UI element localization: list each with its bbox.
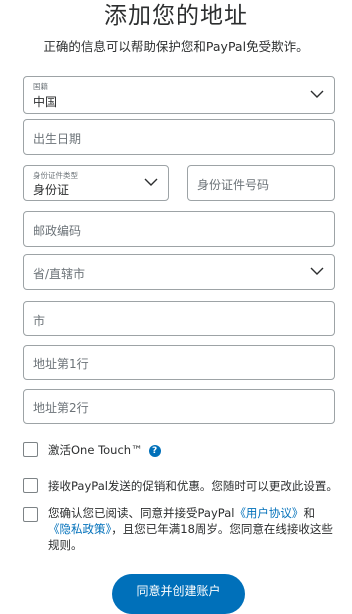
province-placeholder: 省/直辖市 [33,267,86,281]
chevron-down-icon [310,267,324,275]
address-line1-field[interactable]: 地址第1行 [23,345,335,380]
page-title: 添加您的地址 [104,3,248,29]
city-placeholder: 市 [33,314,46,328]
one-touch-checkbox[interactable] [23,442,38,457]
postal-code-placeholder: 邮政编码 [33,224,82,238]
chevron-down-icon [144,178,158,186]
id-type-value: 身份证 [33,183,70,197]
id-type-label: 身份证件类型 [33,171,78,180]
user-agreement-link[interactable]: 《用户协议》 [234,506,303,520]
one-touch-label: 激活One Touch™ [48,443,143,457]
postal-code-field[interactable]: 邮政编码 [23,211,335,247]
one-touch-row: 激活One Touch™? [48,442,161,458]
promotions-checkbox[interactable] [23,478,38,493]
province-select[interactable]: 省/直辖市 [23,254,335,290]
country-value: 中国 [33,95,58,109]
country-label: 国籍 [33,82,48,91]
help-icon[interactable]: ? [148,444,161,457]
id-type-select[interactable]: 身份证件类型 身份证 [23,165,169,201]
id-number-placeholder: 身份证件号码 [197,178,270,192]
terms-text-1: 您确认您已阅读、同意并接受PayPal [48,506,235,520]
address-line1-placeholder: 地址第1行 [33,357,89,371]
birthdate-placeholder: 出生日期 [33,132,82,146]
terms-text-2: 和 [303,506,315,520]
terms-checkbox[interactable] [23,507,38,522]
promotions-label: 接收PayPal发送的促销和优惠。您随时可以更改此设置。 [48,479,338,493]
agree-and-create-account-button[interactable]: 同意并创建账户 [112,574,245,614]
country-select[interactable]: 国籍 中国 [23,76,335,114]
birthdate-field[interactable]: 出生日期 [23,119,335,155]
city-field[interactable]: 市 [23,301,335,336]
address-line2-placeholder: 地址第2行 [33,401,89,415]
address-line2-field[interactable]: 地址第2行 [23,389,335,424]
page-subtitle: 正确的信息可以帮助保护您和PayPal免受欺诈。 [43,39,309,54]
privacy-policy-link[interactable]: 《隐私政策》 [48,522,111,536]
id-number-field[interactable]: 身份证件号码 [187,165,335,201]
terms-text: 您确认您已阅读、同意并接受PayPal《用户协议》和《隐私政策》，且您已年满18… [48,505,333,553]
chevron-down-icon [310,90,324,98]
